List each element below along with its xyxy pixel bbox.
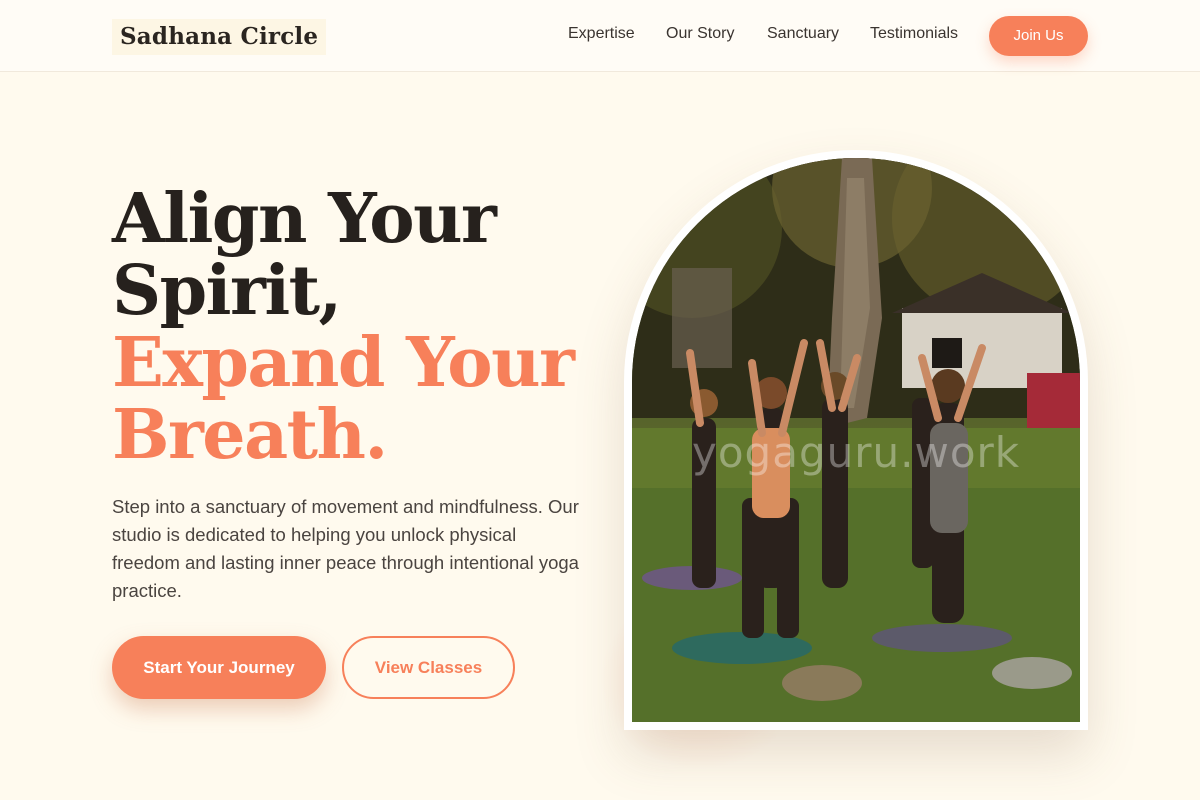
site-header: Sadhana Circle Expertise Our Story Sanct… [0, 0, 1200, 72]
yoga-class-photo: yogaguru.work [632, 158, 1080, 722]
headline-line: Spirit, [112, 251, 342, 331]
headline-line: Align Your [112, 179, 497, 259]
view-classes-button[interactable]: View Classes [342, 636, 515, 699]
nav-link-testimonials[interactable]: Testimonials [870, 25, 958, 43]
image-watermark: yogaguru.work [692, 428, 1021, 477]
headline-accent-line: Expand Your [112, 323, 575, 403]
headline-accent-line: Breath. [112, 395, 388, 475]
nav-link-sanctuary[interactable]: Sanctuary [767, 25, 839, 43]
join-us-button[interactable]: Join Us [989, 16, 1088, 56]
nav-link-expertise[interactable]: Expertise [568, 25, 635, 43]
hero-lead-text: Step into a sanctuary of movement and mi… [112, 496, 579, 601]
nav-link-our-story[interactable]: Our Story [666, 25, 734, 43]
start-journey-button[interactable]: Start Your Journey [112, 636, 326, 699]
hero-headline: Align Your Spirit, Expand Your Breath. [112, 183, 592, 471]
brand-logo[interactable]: Sadhana Circle [112, 19, 327, 55]
hero-image-frame: yogaguru.work [624, 150, 1088, 730]
